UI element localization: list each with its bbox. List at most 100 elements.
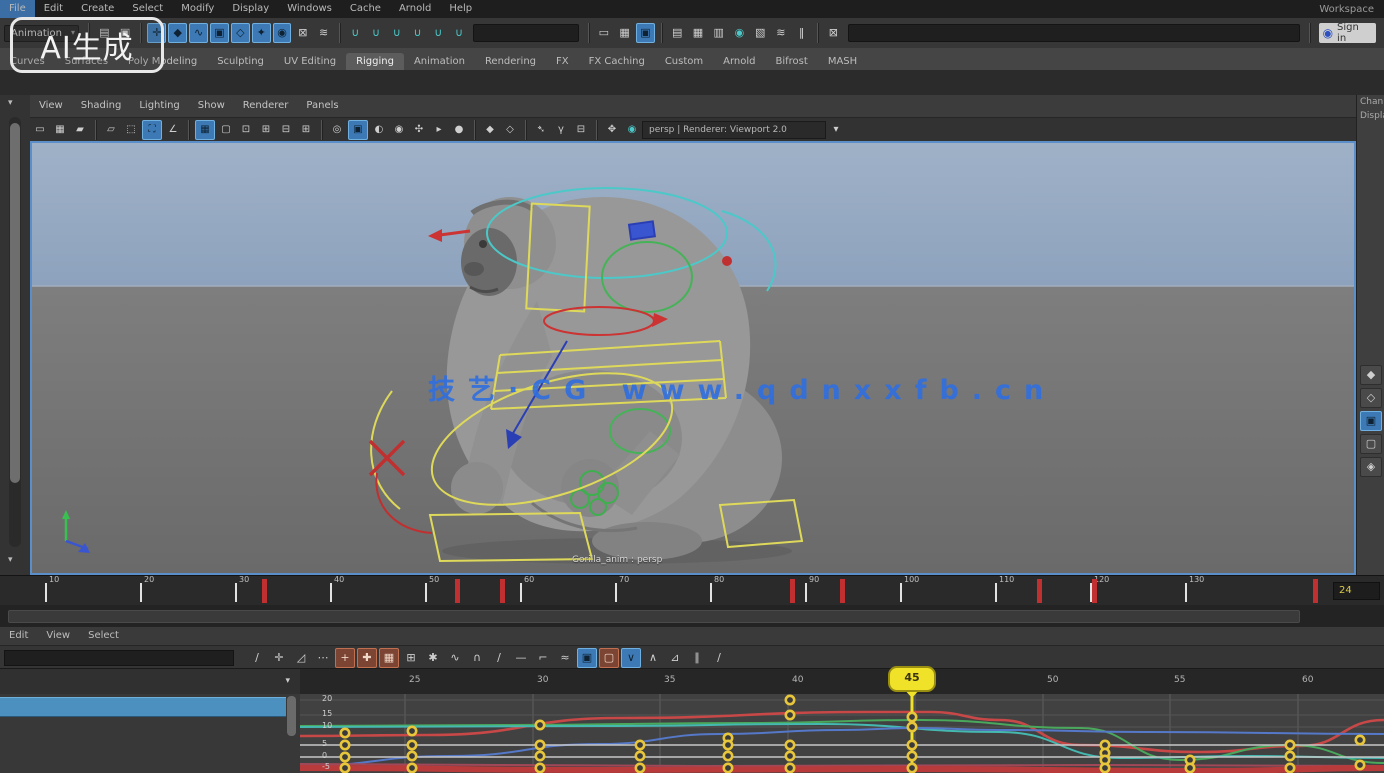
lock-camera-icon[interactable]: ▦ [51, 121, 69, 139]
breakdown-channel-icon[interactable]: ◇ [1360, 388, 1382, 408]
panel-menu-lighting[interactable]: Lighting [130, 97, 188, 115]
menu-file[interactable]: File [0, 0, 35, 18]
keyframe-point[interactable] [786, 752, 794, 760]
select-mask-surfaces-icon[interactable]: ▣ [210, 23, 229, 43]
keyframe-point[interactable] [1101, 764, 1109, 772]
script-editor-icon[interactable]: ⊠ [824, 23, 843, 43]
xray-joints-icon[interactable]: ◇ [501, 121, 519, 139]
render-view-icon[interactable]: ◉ [730, 23, 749, 43]
keyframe-tick[interactable] [840, 579, 845, 603]
keyframe-point[interactable] [908, 713, 916, 721]
select-keys-tool-icon[interactable]: ∕ [247, 648, 267, 668]
panel-menu-show[interactable]: Show [189, 97, 234, 115]
graph-playhead-flag[interactable]: 45 [888, 666, 936, 692]
keyframe-point[interactable] [636, 764, 644, 772]
keyframe-tick[interactable] [1037, 579, 1042, 603]
camera-attributes-icon[interactable]: ▰ [71, 121, 89, 139]
shelf-tab-custom[interactable]: Custom [655, 53, 713, 70]
highlight-selection-icon[interactable]: ≋ [314, 23, 333, 43]
menu-create[interactable]: Create [72, 0, 123, 18]
move-keys-tool-icon[interactable]: ✛ [269, 648, 289, 668]
outliner-dropdown-icon[interactable]: ▾ [285, 676, 290, 686]
keyframe-point[interactable] [1356, 761, 1364, 769]
time-slider[interactable]: 24 102030405060708090100110120130 [0, 575, 1384, 607]
clamped-tangents-icon[interactable]: ∩ [467, 648, 487, 668]
left-scrollbar[interactable] [9, 117, 21, 547]
keyframe-point[interactable] [636, 752, 644, 760]
keyframe-point[interactable] [341, 729, 349, 737]
select-camera-icon[interactable]: ▭ [31, 121, 49, 139]
keyframe-point[interactable] [408, 741, 416, 749]
account-button[interactable]: ◉Sign in [1319, 23, 1377, 43]
spline-tangents-icon[interactable]: ∿ [445, 648, 465, 668]
buffer-curve-snapshot-icon[interactable]: ▣ [577, 648, 597, 668]
keyframe-point[interactable] [1286, 741, 1294, 749]
keyframe-point[interactable] [724, 764, 732, 772]
keyframe-point[interactable] [786, 696, 794, 704]
scapula-control-box[interactable] [629, 221, 655, 239]
screen-space-ao-icon[interactable]: ▸ [430, 121, 448, 139]
ge-menu-edit[interactable]: Edit [0, 627, 37, 645]
keyframe-point[interactable] [908, 723, 916, 731]
film-gate-icon[interactable]: ▢ [217, 121, 235, 139]
panel-menu-renderer[interactable]: Renderer [234, 97, 298, 115]
camera-selector-field[interactable]: persp | Renderer: Viewport 2.0 [642, 121, 826, 139]
keyframe-tick[interactable] [1313, 579, 1318, 603]
two-d-pan-zoom-icon[interactable]: ⛶ [142, 120, 162, 140]
swap-buffer-curve-icon[interactable]: ▢ [599, 648, 619, 668]
shelf-tab-animation[interactable]: Animation [404, 53, 475, 70]
graph-editor-curve-view[interactable]: 20151050-5 [300, 694, 1384, 773]
flat-tangents-icon[interactable]: — [511, 648, 531, 668]
wireframe-icon[interactable]: ◎ [328, 121, 346, 139]
viewport-3d[interactable]: Gorilla_anim : persp [30, 141, 1356, 575]
playback-range-bar[interactable] [8, 610, 1300, 623]
xray-icon[interactable]: ◆ [481, 121, 499, 139]
input-line-field[interactable] [473, 24, 578, 42]
pre-infinity-cycle-icon[interactable]: ∥ [687, 648, 707, 668]
scale-curve[interactable] [300, 768, 1384, 771]
keyframe-point[interactable] [408, 752, 416, 760]
frame-playback-range-icon[interactable]: ✱ [423, 648, 443, 668]
shelf-tab-rigging[interactable]: Rigging [346, 53, 404, 70]
keyframe-point[interactable] [786, 764, 794, 772]
lock-selection-icon[interactable]: ⊠ [293, 23, 312, 43]
shelf-tab-sculpting[interactable]: Sculpting [207, 53, 274, 70]
keyframe-point[interactable] [341, 741, 349, 749]
viewport-renderer-icon[interactable]: ◉ [623, 121, 641, 139]
resolution-gate-icon[interactable]: ⊡ [237, 121, 255, 139]
keyframe-tick[interactable] [1092, 579, 1097, 603]
shoulder-pivot-dot[interactable] [722, 256, 732, 266]
menu-cache[interactable]: Cache [341, 0, 390, 18]
pause-icon[interactable]: ‖ [792, 23, 811, 43]
exposure-icon[interactable]: ➴ [532, 121, 550, 139]
lock-channel-icon[interactable]: ▢ [1360, 434, 1382, 454]
snap-to-curve-icon[interactable]: ∪ [367, 23, 386, 43]
mute-channel-icon[interactable]: ▣ [1360, 411, 1382, 431]
keyframe-tick[interactable] [790, 579, 795, 603]
snap-to-grid-icon[interactable]: ∪ [346, 23, 365, 43]
unify-tangents-icon[interactable]: ∧ [643, 648, 663, 668]
keyframe-tick[interactable] [455, 579, 460, 603]
anim-layer-icon[interactable]: ◈ [1360, 457, 1382, 477]
shelf-tab-uv-editing[interactable]: UV Editing [274, 53, 346, 70]
workspace-label[interactable]: Workspace [1319, 4, 1384, 15]
graph-editor-filter-field[interactable] [4, 650, 234, 666]
graph-editor-time-ruler[interactable]: 2530354045505560 [300, 668, 1384, 695]
keyframe-point[interactable] [536, 752, 544, 760]
keyframe-point[interactable] [536, 721, 544, 729]
use-all-lights-icon[interactable]: ◉ [390, 121, 408, 139]
make-live-icon[interactable]: ∪ [450, 23, 469, 43]
shadows-icon[interactable]: ✣ [410, 121, 428, 139]
shaded-icon[interactable]: ▣ [348, 120, 368, 140]
keyframe-tick[interactable] [500, 579, 505, 603]
keyframe-point[interactable] [536, 741, 544, 749]
key-channel-icon[interactable]: ◆ [1360, 365, 1382, 385]
menu-windows[interactable]: Windows [278, 0, 341, 18]
keyframe-tick[interactable] [262, 579, 267, 603]
keyframe-point[interactable] [408, 727, 416, 735]
view-transform-icon[interactable]: ⊟ [572, 121, 590, 139]
keyframe-point[interactable] [908, 741, 916, 749]
keyframe-point[interactable] [1356, 736, 1364, 744]
keyframe-point[interactable] [536, 764, 544, 772]
outliner-scrollbar-thumb[interactable] [287, 696, 296, 736]
